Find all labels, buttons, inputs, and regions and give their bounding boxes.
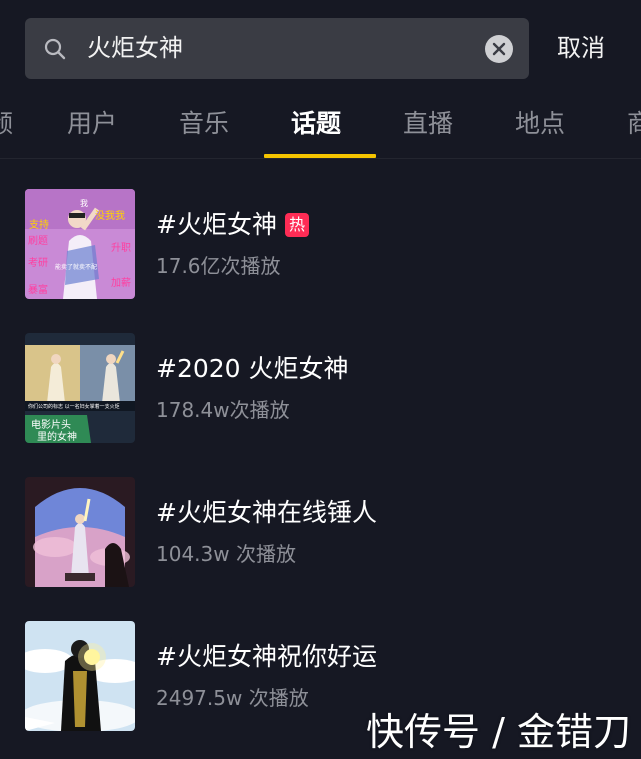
search-icon (44, 38, 66, 60)
tab-users[interactable]: 用户 (67, 108, 117, 140)
thumb-text: 能卖了就卖不配 (55, 263, 97, 271)
thumb-text: 加薪 (111, 277, 131, 289)
cancel-button[interactable]: 取消 (557, 32, 605, 64)
thumb-text: 我 (80, 198, 88, 208)
tab-topics[interactable]: 话题 (291, 108, 341, 140)
topic-thumbnail (25, 477, 135, 587)
topic-thumbnail: 你们公司的标志 以一名妇女掌着一支火炬 电影片头 里的女神 (25, 333, 135, 443)
thumb-text: 里的女神 (37, 430, 77, 443)
watermark: 快传号 / 金错刀 (366, 710, 631, 754)
topic-row[interactable]: 你们公司的标志 以一名妇女掌着一支火炬 电影片头 里的女神 #2020 火炬女神… (0, 333, 641, 445)
tab-live[interactable]: 直播 (403, 108, 453, 140)
topic-views: 104.3w 次播放 (156, 542, 296, 566)
topic-views: 17.6亿次播放 (156, 254, 281, 278)
tab-video[interactable]: 频 (0, 108, 13, 140)
tab-music[interactable]: 音乐 (179, 108, 229, 140)
topic-title: #火炬女神热 (156, 209, 309, 241)
thumb-text: 升职 (111, 242, 131, 254)
thumb-text: 没我我 (95, 210, 125, 222)
tab-shop[interactable]: 商 (627, 108, 641, 140)
topic-row[interactable]: #火炬女神在线锤人 104.3w 次播放 (0, 477, 641, 589)
clear-icon[interactable] (485, 35, 513, 63)
topic-thumbnail: 我 没我我 刷题 升职 考研 加薪 暴富 支持 能卖了就卖不配 (25, 189, 135, 299)
topic-title: #2020 火炬女神 (156, 354, 349, 383)
thumb-text: 刷题 (28, 235, 48, 247)
thumb-text: 支持 (29, 218, 49, 231)
topic-thumbnail (25, 621, 135, 731)
topic-views: 178.4w次播放 (156, 398, 290, 422)
thumb-text: 你们公司的标志 以一名妇女掌着一支火炬 (28, 403, 120, 410)
search-input[interactable]: 火炬女神 (25, 18, 529, 79)
search-query: 火炬女神 (87, 34, 183, 62)
thumb-text: 电影片头 (31, 418, 71, 431)
tabs-divider (0, 158, 641, 159)
topic-row[interactable]: 我 没我我 刷题 升职 考研 加薪 暴富 支持 能卖了就卖不配 #火炬女神热 1… (0, 189, 641, 301)
tab-places[interactable]: 地点 (515, 108, 565, 140)
topic-views: 2497.5w 次播放 (156, 686, 309, 710)
thumb-text: 暴富 (28, 283, 48, 296)
thumb-text: 考研 (28, 257, 48, 269)
category-tabs: 频 用户 音乐 话题 直播 地点 商 (0, 100, 641, 158)
topic-title: #火炬女神祝你好运 (156, 642, 377, 671)
topic-title: #火炬女神在线锤人 (156, 498, 377, 527)
hot-badge: 热 (284, 213, 309, 237)
